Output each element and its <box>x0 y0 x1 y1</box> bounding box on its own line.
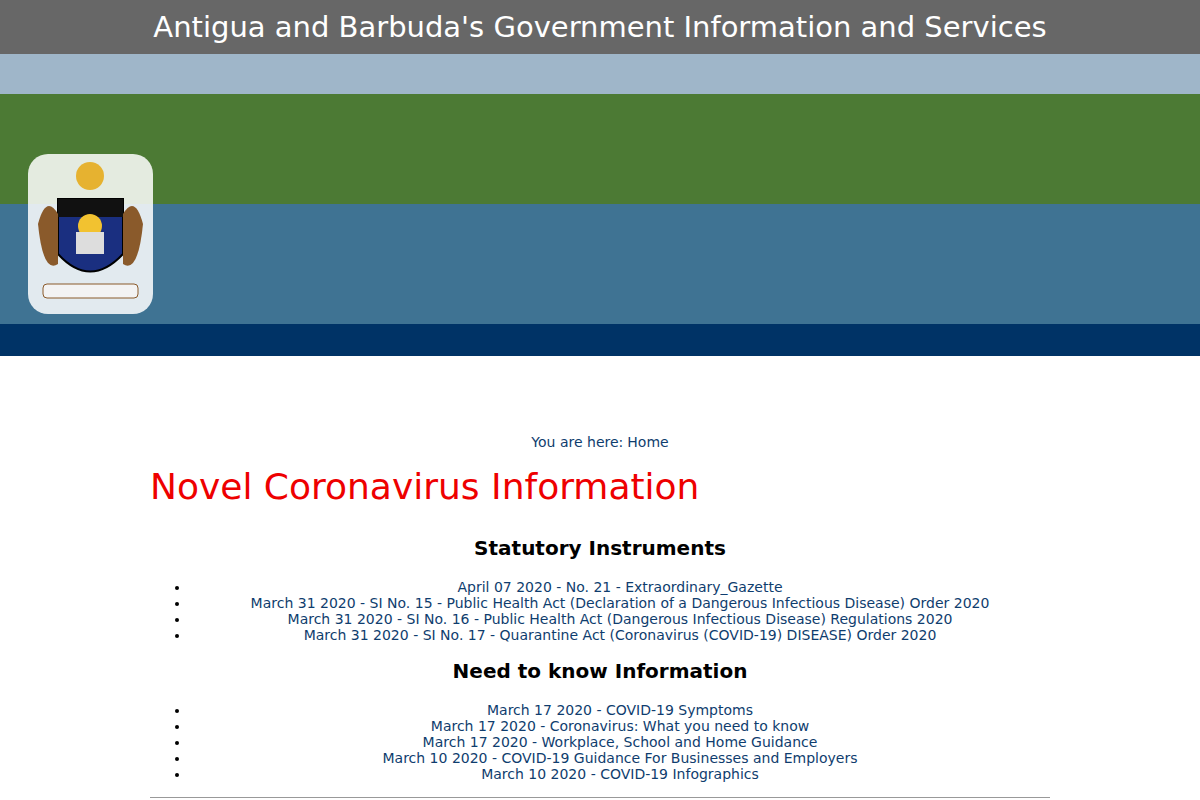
sky <box>0 54 1200 94</box>
document-link[interactable]: April 07 2020 - No. 21 - Extraordinary_G… <box>457 579 782 595</box>
document-link[interactable]: March 17 2020 - Workplace, School and Ho… <box>423 734 818 750</box>
water <box>0 204 1200 324</box>
document-link[interactable]: March 31 2020 - SI No. 17 - Quarantine A… <box>304 627 937 643</box>
nav-bar <box>0 324 1200 356</box>
list-item: April 07 2020 - No. 21 - Extraordinary_G… <box>190 579 1050 595</box>
breadcrumb-home-link[interactable]: Home <box>627 434 668 450</box>
document-link[interactable]: March 31 2020 - SI No. 15 - Public Healt… <box>251 595 990 611</box>
page-title: Novel Coronavirus Information <box>150 465 1050 509</box>
document-link[interactable]: March 17 2020 - Coronavirus: What you ne… <box>431 718 809 734</box>
breadcrumb: You are here:Home <box>150 432 1050 452</box>
section-list: April 07 2020 - No. 21 - Extraordinary_G… <box>150 579 1050 643</box>
site-title: Antigua and Barbuda's Government Informa… <box>153 9 1046 45</box>
breadcrumb-prefix: You are here: <box>531 434 623 450</box>
section-list: March 17 2020 - COVID-19 SymptomsMarch 1… <box>150 702 1050 782</box>
list-item: March 17 2020 - Coronavirus: What you ne… <box>190 718 1050 734</box>
list-item: March 31 2020 - SI No. 16 - Public Healt… <box>190 611 1050 627</box>
site-header: Antigua and Barbuda's Government Informa… <box>0 0 1200 54</box>
section-heading: Statutory Instruments <box>150 534 1050 562</box>
coat-of-arms-icon <box>28 154 153 314</box>
list-item: March 17 2020 - Workplace, School and Ho… <box>190 734 1050 750</box>
list-item: March 10 2020 - COVID-19 Guidance For Bu… <box>190 750 1050 766</box>
list-item: March 31 2020 - SI No. 17 - Quarantine A… <box>190 627 1050 643</box>
content: You are here:Home Novel Coronavirus Infor… <box>150 356 1050 798</box>
banner-photo <box>0 54 1200 324</box>
list-item: March 17 2020 - COVID-19 Symptoms <box>190 702 1050 718</box>
document-link[interactable]: March 10 2020 - COVID-19 Infographics <box>481 766 759 782</box>
document-link[interactable]: March 31 2020 - SI No. 16 - Public Healt… <box>288 611 953 627</box>
list-item: March 31 2020 - SI No. 15 - Public Healt… <box>190 595 1050 611</box>
list-item: March 10 2020 - COVID-19 Infographics <box>190 766 1050 782</box>
divider <box>150 797 1050 798</box>
document-link[interactable]: March 17 2020 - COVID-19 Symptoms <box>487 702 753 718</box>
section-heading: Need to know Information <box>150 657 1050 685</box>
hills <box>0 94 1200 204</box>
document-link[interactable]: March 10 2020 - COVID-19 Guidance For Bu… <box>382 750 857 766</box>
